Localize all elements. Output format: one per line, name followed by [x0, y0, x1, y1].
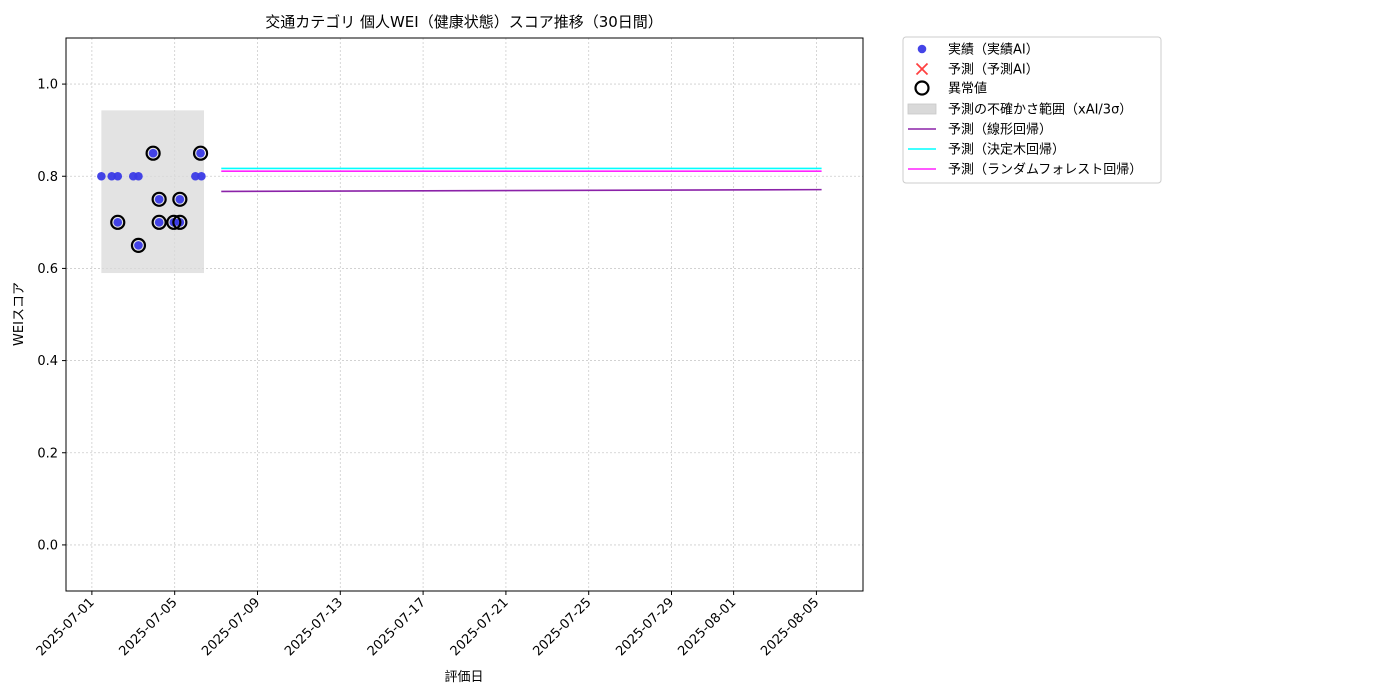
x-tick-label: 2025-07-09 [199, 595, 263, 659]
y-tick-label: 0.6 [37, 262, 58, 277]
actual-point [154, 218, 164, 227]
actual-point [175, 194, 185, 204]
y-tick-label: 0.0 [37, 538, 58, 553]
actual-point [113, 171, 123, 181]
y-tick-label: 0.2 [37, 446, 58, 461]
x-tick-label: 2025-07-17 [365, 595, 429, 659]
legend-label: 予測（線形回帰） [948, 122, 1052, 138]
actual-point [148, 148, 158, 158]
x-axis-label: 評価日 [444, 670, 483, 685]
x-tick-label: 2025-07-21 [448, 595, 512, 659]
legend-label: 予測（ランダムフォレスト回帰） [948, 162, 1142, 178]
legend-label: 予測（予測AI） [948, 63, 1039, 78]
x-tick-label: 2025-08-01 [675, 595, 739, 659]
legend-patch-icon [907, 103, 937, 115]
actual-point [197, 171, 206, 181]
actual-point [134, 241, 143, 250]
actual-point [154, 194, 164, 204]
legend: 実績（実績AI） 予測（予測AI） 異常値予測の不確かさ範囲（xAI/3σ） 予測（線… [902, 36, 1162, 184]
actual-point [97, 171, 106, 181]
plot-area: 0.0 0.2 0.4 0.6 0.8 1.0 2025-07-01 2025-07-05 20… [34, 37, 864, 659]
x-tick-label: 2025-07-01 [34, 595, 98, 659]
actual-point [113, 218, 123, 227]
actual-point [134, 171, 143, 181]
y-tick-label: 0.4 [37, 354, 58, 369]
wei-score-chart: 交通カテゴリ 個人WEI（健康状態）スコア推移（30日間） 0.00.20.40… [12, 13, 1162, 685]
actual-point [196, 148, 205, 158]
y-tick-label: 1.0 [37, 78, 58, 93]
y-axis-label: WEIスコア [12, 282, 27, 346]
x-tick-label: 2025-07-29 [613, 595, 677, 659]
legend-label: 異常値 [948, 81, 987, 97]
x-tick-label: 2025-07-25 [530, 595, 594, 659]
uncertainty-band [101, 110, 205, 274]
chart-figure: 交通カテゴリ 個人WEI（健康状態）スコア推移（30日間） 0.0 0.2 0.4 0… [0, 0, 1400, 700]
x-tick-label: 2025-07-05 [116, 595, 180, 659]
x-tick-label: 2025-08-05 [758, 595, 822, 659]
legend-dot-icon [917, 44, 927, 54]
legend-label: 予測の不確かさ範囲（xAI/3σ） [948, 102, 1132, 118]
chart-title: 交通カテゴリ 個人WEI（健康状態）スコア推移（30日間） [265, 13, 663, 31]
legend-label: 実績（実績AI） [948, 42, 1039, 58]
y-tick-label: 0.8 [37, 170, 58, 185]
x-tick-label: 2025-07-13 [282, 595, 346, 659]
legend-label: 予測（決定木回帰） [948, 142, 1065, 158]
